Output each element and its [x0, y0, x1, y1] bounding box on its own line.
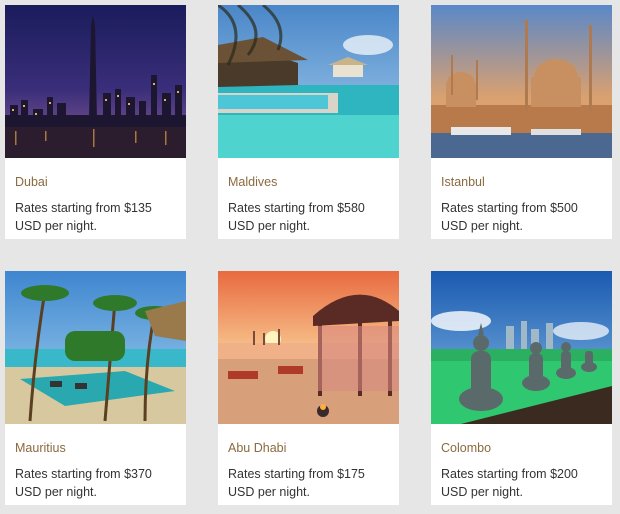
destination-card-maldives[interactable]: Maldives Rates starting from $580 USD pe…	[218, 5, 399, 239]
destination-card-mauritius[interactable]: Mauritius Rates starting from $370 USD p…	[5, 271, 186, 505]
abu-dhabi-beach-photo[interactable]	[218, 271, 399, 424]
destination-rate: Rates starting from $580 USD per night.	[228, 201, 365, 233]
destination-name[interactable]: Dubai	[15, 175, 48, 189]
destination-card-istanbul[interactable]: Istanbul Rates starting from $500 USD pe…	[431, 5, 612, 239]
colombo-temple-photo[interactable]	[431, 271, 612, 424]
maldives-resort-photo[interactable]	[218, 5, 399, 158]
destination-rate: Rates starting from $370 USD per night.	[15, 467, 152, 499]
destination-name[interactable]: Colombo	[441, 441, 491, 455]
destination-rate: Rates starting from $200 USD per night.	[441, 467, 578, 499]
destination-card-colombo[interactable]: Colombo Rates starting from $200 USD per…	[431, 271, 612, 505]
istanbul-mosque-photo[interactable]	[431, 5, 612, 158]
destination-rate: Rates starting from $135 USD per night.	[15, 201, 152, 233]
destination-name[interactable]: Abu Dhabi	[228, 441, 286, 455]
destination-card-dubai[interactable]: Dubai Rates starting from $135 USD per n…	[5, 5, 186, 239]
dubai-skyline-photo[interactable]	[5, 5, 186, 158]
destination-grid: Dubai Rates starting from $135 USD per n…	[0, 0, 620, 514]
destination-rate: Rates starting from $175 USD per night.	[228, 467, 365, 499]
destination-name[interactable]: Mauritius	[15, 441, 66, 455]
destination-card-abu-dhabi[interactable]: Abu Dhabi Rates starting from $175 USD p…	[218, 271, 399, 505]
destination-rate: Rates starting from $500 USD per night.	[441, 201, 578, 233]
destination-name[interactable]: Maldives	[228, 175, 277, 189]
mauritius-beach-photo[interactable]	[5, 271, 186, 424]
destination-name[interactable]: Istanbul	[441, 175, 485, 189]
